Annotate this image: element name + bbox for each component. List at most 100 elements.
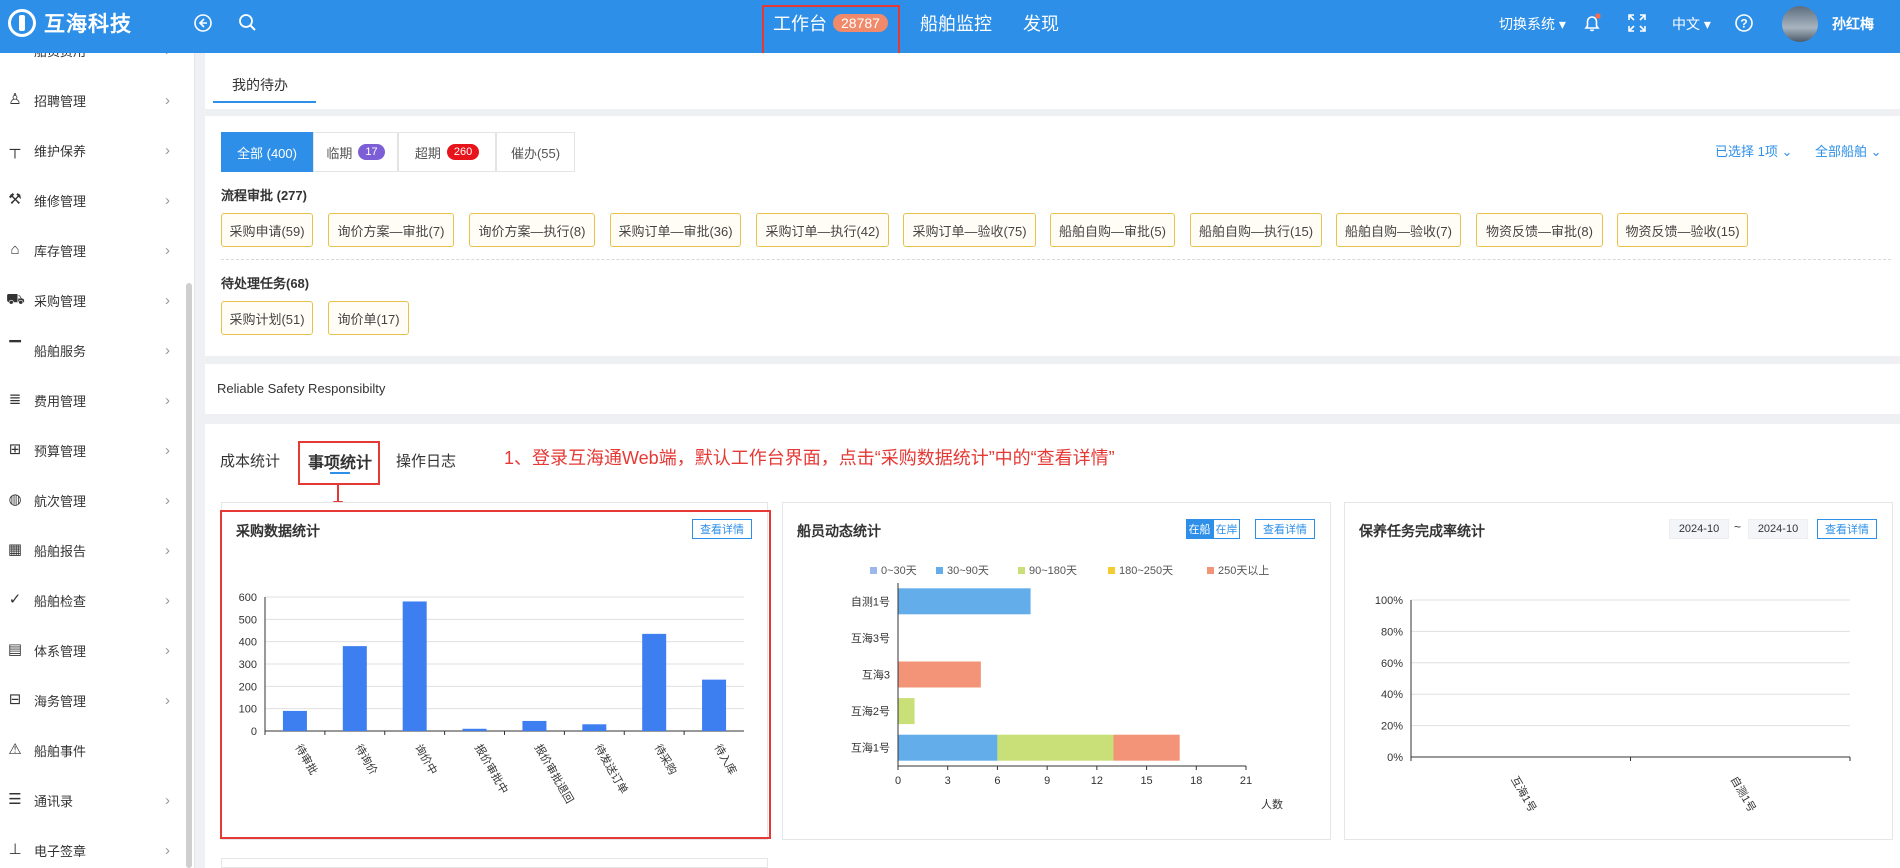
y-tick-label: 80% <box>1381 626 1403 638</box>
chevron-right-icon: › <box>165 241 170 259</box>
sidebar-item[interactable]: ✓ 船舶检查 › <box>0 575 180 625</box>
logo[interactable]: 互海科技 <box>8 8 132 38</box>
help-icon[interactable]: ? <box>1733 12 1755 34</box>
process-tag[interactable]: 采购申请(59) <box>221 213 313 247</box>
switch-system-dropdown[interactable]: 切换系统 ▾ <box>1499 14 1566 34</box>
sidebar-item[interactable]: ▭ 船员费用› <box>0 53 180 75</box>
process-tag[interactable]: 询价方案—审批(7) <box>328 213 454 247</box>
sidebar-item[interactable]: ▔ 船舶服务 › <box>0 325 180 375</box>
y-tick-label: 20% <box>1381 721 1403 733</box>
pending-tasks-title: 待处理任务(68) <box>221 276 310 291</box>
process-tag[interactable]: 采购订单—验收(75) <box>903 213 1036 247</box>
process-tag[interactable]: 物资反馈—验收(15) <box>1617 213 1748 247</box>
maintenance-rate-chart: 0% 20% 40% 60% 80% 100% 互海1号 自测1号 <box>1375 595 1851 815</box>
filter-due-soon[interactable]: 临期 17 <box>313 132 398 172</box>
next-card-edge <box>221 858 768 868</box>
chevron-right-icon: › <box>165 341 170 359</box>
sidebar-item[interactable]: ▦ 船舶报告 › <box>0 525 180 575</box>
switch-system-label: 切换系统 <box>1499 16 1555 32</box>
bell-icon[interactable] <box>1581 12 1603 34</box>
process-tag[interactable]: 船舶自购—验收(7) <box>1336 213 1461 247</box>
logo-text: 互海科技 <box>44 13 132 36</box>
chevron-right-icon: › <box>165 91 170 109</box>
process-tag[interactable]: 采购订单—执行(42) <box>756 213 889 247</box>
sidebar-item-label: 船舶事件 <box>34 743 87 759</box>
y-tick-label: 60% <box>1381 658 1403 670</box>
fullscreen-icon[interactable] <box>1626 12 1648 34</box>
sidebar-item[interactable]: ♙ 招聘管理 › <box>0 75 180 125</box>
globe-icon: ◍ <box>8 491 22 508</box>
sidebar-item[interactable]: ⚠ 船舶事件 <box>0 725 180 775</box>
x-tick-label: 自测1号 <box>1728 774 1759 814</box>
filter-all[interactable]: 全部 (400) <box>221 132 313 172</box>
warehouse-icon: ⌂ <box>10 241 20 258</box>
paint-roller-icon: ▔ <box>9 341 21 358</box>
sidebar-item[interactable]: ⊞ 预算管理 › <box>0 425 180 475</box>
sidebar-item[interactable]: ⌂ 库存管理 › <box>0 225 180 275</box>
sidebar-item-label: 船舶服务 <box>34 343 87 359</box>
sidebar-item-label: 船舶检查 <box>34 593 87 609</box>
nav-discover[interactable]: 发现 <box>1023 10 1059 36</box>
process-tag[interactable]: 船舶自购—审批(5) <box>1050 213 1175 247</box>
filter-urged[interactable]: 催办(55) <box>496 132 575 172</box>
cart-icon: ⛟ <box>6 291 25 308</box>
search-icon[interactable] <box>237 12 259 34</box>
sidebar-item[interactable]: ≣ 费用管理 › <box>0 375 180 425</box>
y-tick-label: 40% <box>1381 689 1403 701</box>
wrench-icon: ⚒ <box>8 191 22 208</box>
sidebar-scrollbar[interactable] <box>186 283 192 868</box>
process-tag[interactable]: 采购订单—审批(36) <box>610 213 741 247</box>
pending-tag[interactable]: 采购计划(51) <box>221 301 313 335</box>
sidebar-item[interactable]: ⊥ 电子签章 › <box>0 825 180 868</box>
sidebar-item[interactable]: ┬ 维护保养 › <box>0 125 180 175</box>
language-dropdown[interactable]: 中文 ▾ <box>1672 14 1711 34</box>
selected-count-label: 已选择 1项 <box>1715 144 1778 159</box>
avatar[interactable] <box>1782 6 1818 42</box>
legend-swatch <box>1207 567 1214 574</box>
sidebar-item-label: 费用管理 <box>34 393 87 409</box>
chevron-right-icon: › <box>165 691 170 709</box>
sidebar-item-label: 维修管理 <box>34 193 87 209</box>
back-icon[interactable] <box>192 12 214 34</box>
sidebar-item[interactable]: ☰ 通讯录 › <box>0 775 180 825</box>
top-bar: 互海科技 工作台 28787 船舶监控 发现 切换系统 ▾ 中文 ▾ ? 孙红梅 <box>0 0 1900 53</box>
banner: Reliable Safety Responsibilty <box>205 364 1900 414</box>
sidebar-item[interactable]: ⚒ 维修管理 › <box>0 175 180 225</box>
sidebar-item-label: 通讯录 <box>34 793 74 809</box>
x-tick-label: 18 <box>1190 775 1202 787</box>
sidebar-item[interactable]: ◍ 航次管理 › <box>0 475 180 525</box>
sidebar-item[interactable]: ⛟ 采购管理 › <box>0 275 180 325</box>
contacts-icon: ☰ <box>8 791 22 808</box>
tab-operation-log[interactable]: 操作日志 <box>396 450 456 471</box>
nav-ship-monitor[interactable]: 船舶监控 <box>920 10 992 36</box>
crew-stats-card: 船员动态统计 在船 在岸 查看详情 0~30天 30~90天 90~180天 180~… <box>782 502 1331 840</box>
selected-count-dropdown[interactable]: 已选择 1项 ⌄ <box>1715 141 1792 160</box>
all-ships-dropdown[interactable]: 全部船舶 ⌄ <box>1815 141 1882 160</box>
chevron-down-icon: ⌄ <box>1781 144 1793 159</box>
process-tag[interactable]: 物资反馈—审批(8) <box>1476 213 1603 247</box>
pending-tag[interactable]: 询价单(17) <box>328 301 409 335</box>
x-axis-label: 人数 <box>1261 798 1283 811</box>
process-tag[interactable]: 询价方案—执行(8) <box>469 213 595 247</box>
sidebar-item-label: 采购管理 <box>34 293 87 309</box>
wallet-icon: ▭ <box>6 53 24 59</box>
document-icon: ▤ <box>7 641 23 658</box>
user-name[interactable]: 孙红梅 <box>1832 14 1874 34</box>
filter-overdue[interactable]: 超期 260 <box>398 132 496 172</box>
tab-my-todo[interactable]: 我的待办 <box>232 75 288 95</box>
all-ships-label: 全部船舶 <box>1815 144 1868 159</box>
budget-icon: ⊞ <box>8 441 22 458</box>
x-tick-label: 3 <box>945 775 951 787</box>
sidebar-item[interactable]: ⊟ 海务管理 › <box>0 675 180 725</box>
user-icon: ♙ <box>8 91 22 108</box>
process-tag[interactable]: 船舶自购—执行(15) <box>1190 213 1322 247</box>
sidebar-item[interactable]: ▤ 体系管理 › <box>0 625 180 675</box>
hammer-icon: ┬ <box>9 141 21 158</box>
legend-label: 180~250天 <box>1119 565 1173 577</box>
x-tick-label: 互海1号 <box>1508 774 1540 815</box>
tab-cost-stats[interactable]: 成本统计 <box>220 450 280 471</box>
crew-stacked-bar-chart: 0~30天 30~90天 90~180天 180~250天 250天以上互海1号 互海2号… <box>851 564 1283 811</box>
y-tick-label: 互海3号 <box>851 631 890 645</box>
bar-segment <box>997 734 1114 761</box>
legend-swatch <box>1108 567 1115 574</box>
